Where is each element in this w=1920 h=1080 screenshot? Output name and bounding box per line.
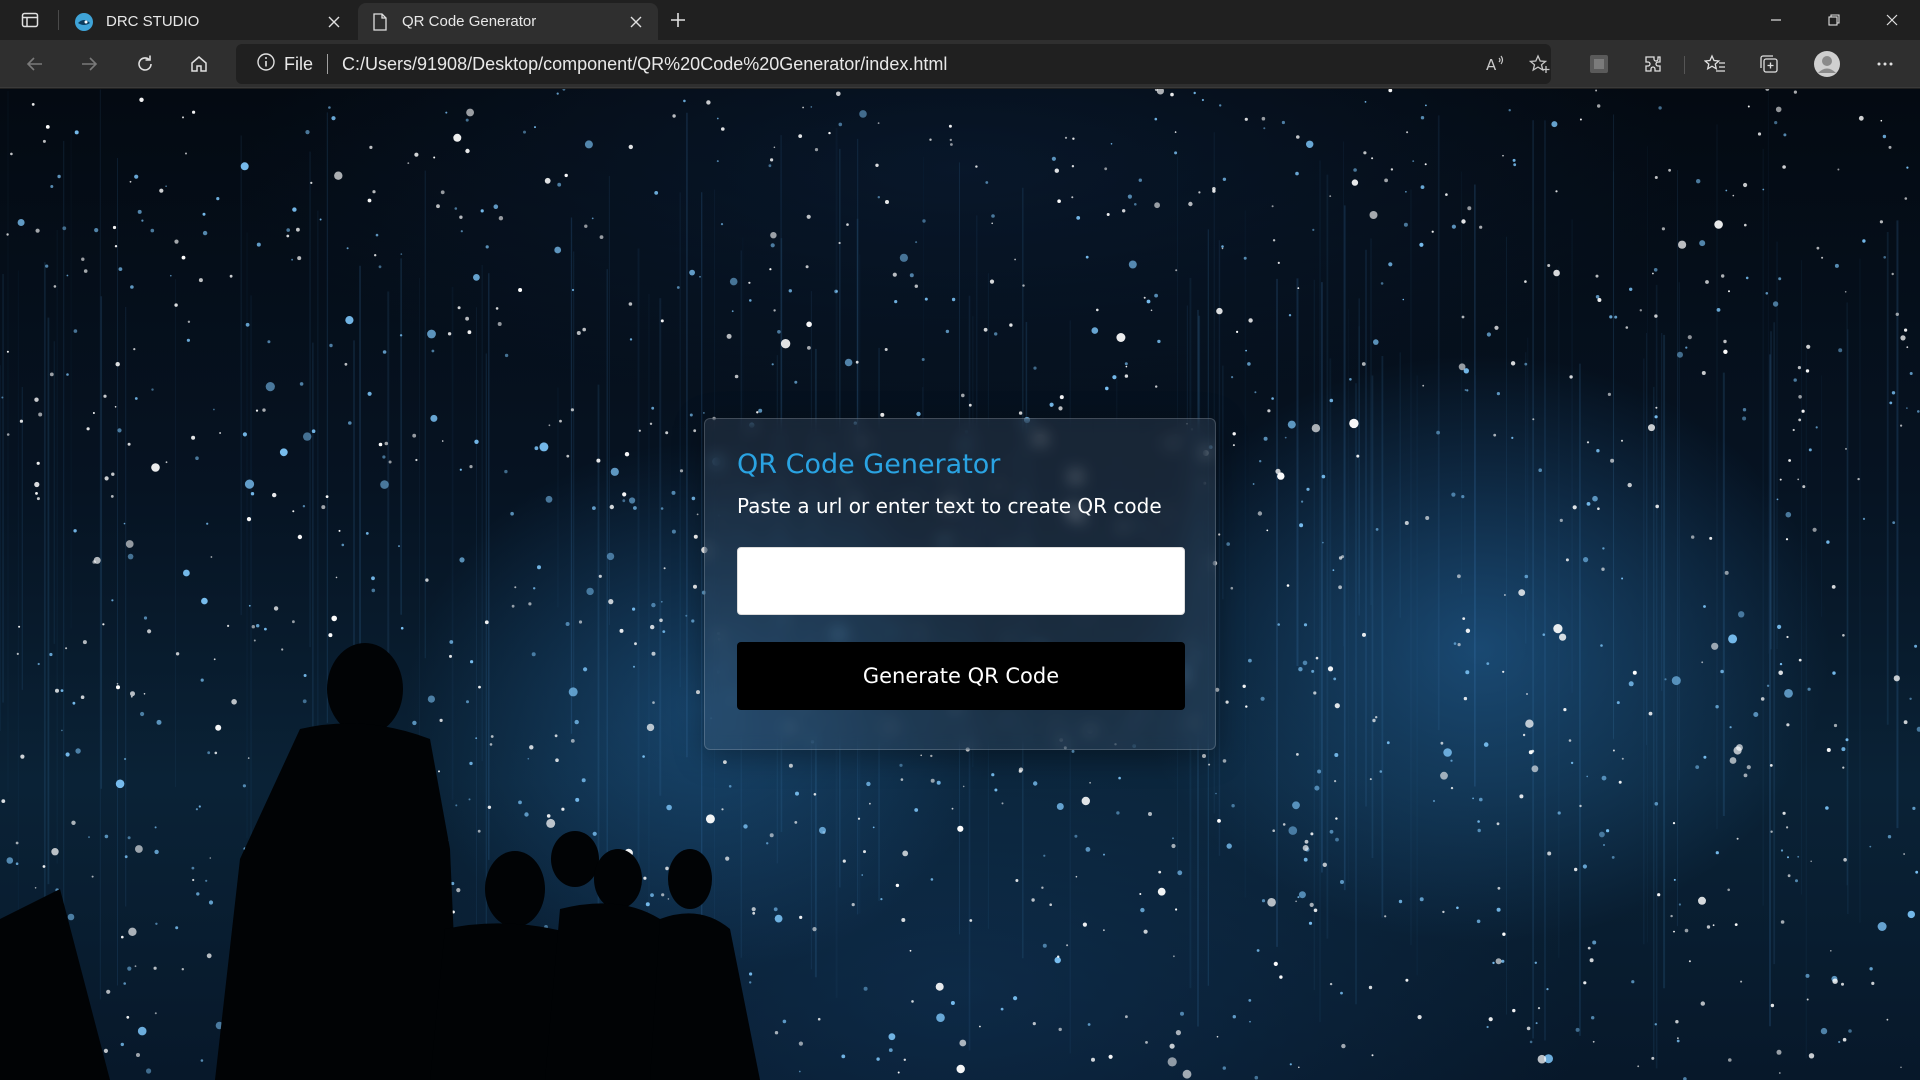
qr-text-input[interactable] (737, 547, 1185, 615)
site-info-button[interactable]: File (256, 52, 313, 77)
restore-icon[interactable] (1806, 0, 1862, 40)
new-tab-icon[interactable] (664, 8, 692, 32)
address-separator (327, 54, 329, 74)
minimize-icon[interactable] (1748, 0, 1804, 40)
extension-app-icon[interactable] (1582, 48, 1616, 80)
close-window-icon[interactable] (1864, 0, 1920, 40)
scheme-label: File (284, 53, 314, 74)
read-aloud-icon[interactable]: A (1480, 48, 1512, 80)
tab-drc-studio[interactable]: DRC STUDIO (62, 3, 356, 40)
browser-toolbar: File C:/Users/91908/Desktop/component/QR… (0, 40, 1920, 88)
profile-avatar-icon[interactable] (1810, 48, 1844, 80)
home-icon[interactable] (182, 48, 216, 80)
card-subtitle: Paste a url or enter text to create QR c… (737, 494, 1162, 518)
more-menu-icon[interactable] (1868, 48, 1902, 80)
refresh-icon[interactable] (128, 48, 162, 80)
page-icon (370, 12, 390, 32)
url-text[interactable]: C:/Users/91908/Desktop/component/QR%20Co… (342, 54, 947, 75)
info-icon (256, 52, 276, 77)
collections-icon[interactable] (1752, 48, 1786, 80)
tab-title: DRC STUDIO (106, 13, 200, 30)
extensions-icon[interactable] (1636, 48, 1670, 80)
add-favorite-icon[interactable] (1524, 48, 1556, 80)
qr-generator-card: QR Code Generator Paste a url or enter t… (704, 418, 1216, 750)
close-tab-icon[interactable] (626, 12, 646, 32)
tab-actions-icon[interactable] (16, 8, 44, 32)
tab-qr-code-generator[interactable]: QR Code Generator (358, 3, 658, 40)
close-tab-icon[interactable] (324, 12, 344, 32)
tab-title: QR Code Generator (402, 13, 537, 30)
tab-separator (58, 10, 59, 30)
tab-strip: DRC STUDIO QR Code Generator (0, 0, 1920, 40)
address-bar[interactable]: File C:/Users/91908/Desktop/component/QR… (236, 44, 1551, 84)
forward-icon[interactable] (72, 48, 106, 80)
drc-studio-favicon-icon (74, 12, 94, 32)
card-title: QR Code Generator (737, 449, 1001, 480)
page-viewport: QR Code Generator Paste a url or enter t… (0, 89, 1920, 1080)
svg-text:A: A (1486, 56, 1497, 74)
back-icon[interactable] (18, 48, 52, 80)
toolbar-divider (1684, 56, 1685, 74)
generate-qr-button[interactable]: Generate QR Code (737, 642, 1185, 710)
favorites-icon[interactable] (1698, 48, 1732, 80)
